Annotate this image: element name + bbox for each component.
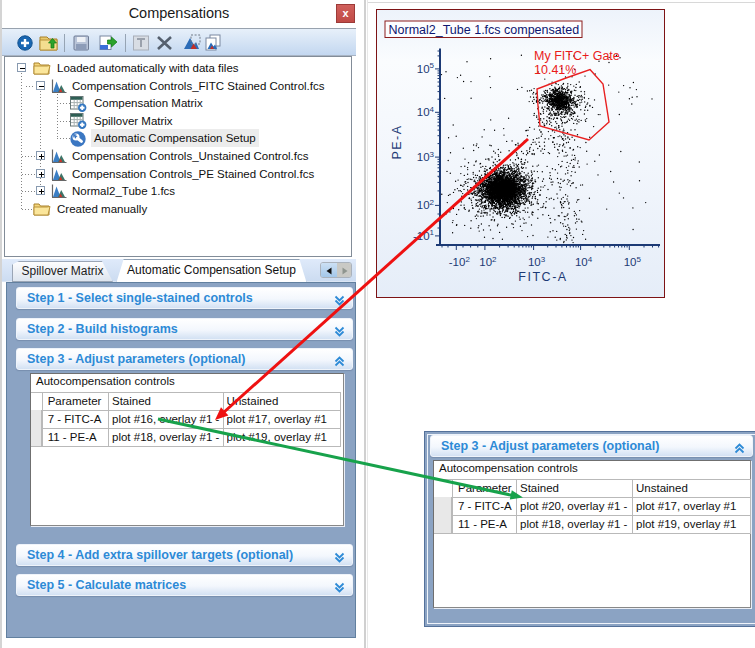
svg-text:My FITC+ Gate: My FITC+ Gate [534, 49, 620, 63]
svg-text:Normal2_Tube 1.fcs compensated: Normal2_Tube 1.fcs compensated [389, 23, 580, 37]
svg-text:PE-A: PE-A [390, 124, 404, 159]
svg-text:FITC-A: FITC-A [518, 270, 567, 284]
svg-text:10.41%: 10.41% [534, 63, 576, 77]
